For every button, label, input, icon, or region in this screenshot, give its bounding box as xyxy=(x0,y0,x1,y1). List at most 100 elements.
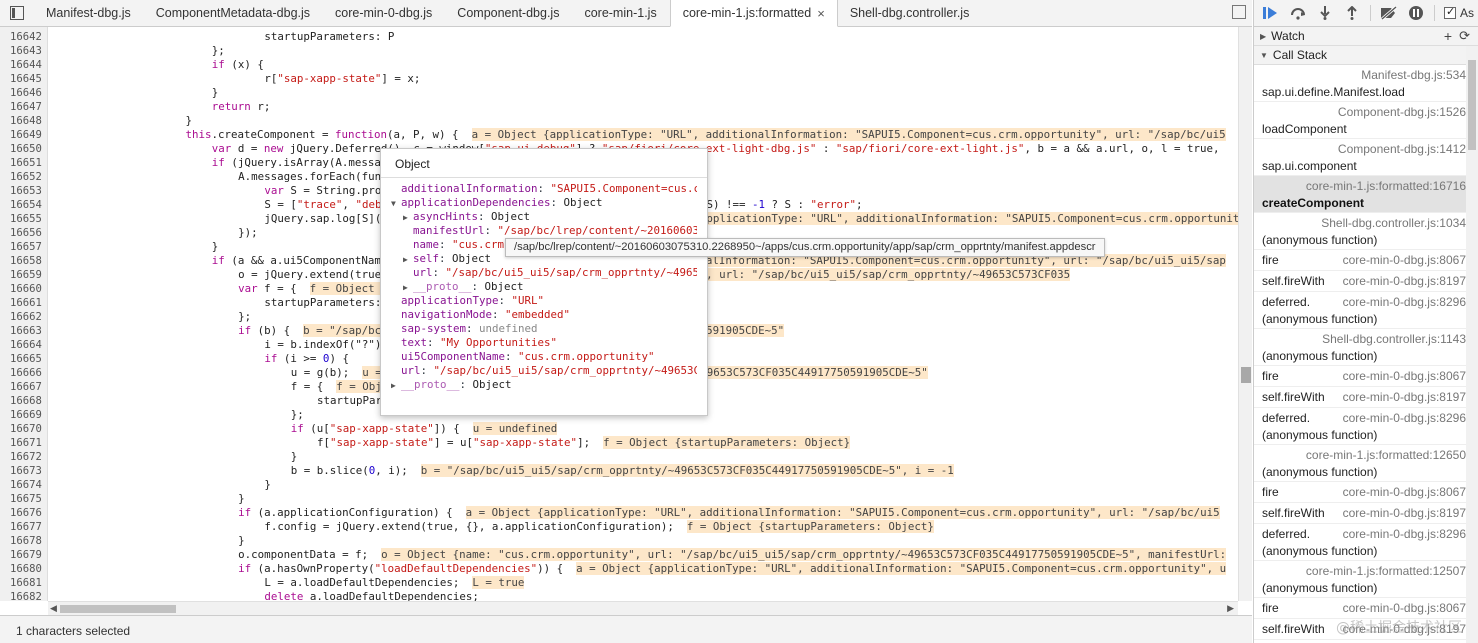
close-tab-icon[interactable]: × xyxy=(817,6,825,21)
call-frame[interactable]: core-min-1.js:formatted:12650 (anonymous … xyxy=(1254,445,1478,482)
code-line[interactable]: } xyxy=(238,534,245,548)
line-number[interactable]: 16648 xyxy=(0,114,46,128)
call-frame[interactable]: core-min-0-dbg.js:8197 self.fireWith xyxy=(1254,387,1478,408)
step-into-icon[interactable] xyxy=(1316,4,1334,22)
call-frame[interactable]: core-min-0-dbg.js:8067 fire xyxy=(1254,250,1478,271)
line-number[interactable]: 16661 xyxy=(0,296,46,310)
line-number[interactable]: 16644 xyxy=(0,58,46,72)
line-number[interactable]: 16655 xyxy=(0,212,46,226)
code-line[interactable]: }; xyxy=(291,408,304,422)
code-line[interactable]: f["sap-xapp-state"] = u["sap-xapp-state"… xyxy=(317,436,851,450)
line-number[interactable]: 16662 xyxy=(0,310,46,324)
code-line[interactable]: } xyxy=(291,450,298,464)
code-line[interactable]: }; xyxy=(238,310,251,324)
inline-value-annotation[interactable]: a = Object {applicationType: "URL", addi… xyxy=(465,506,1220,519)
expand-arrow-icon[interactable]: ▶ xyxy=(391,379,401,392)
call-frame[interactable]: core-min-0-dbg.js:8197 self.fireWith xyxy=(1254,503,1478,524)
step-over-icon[interactable] xyxy=(1289,4,1307,22)
call-frame[interactable]: Manifest-dbg.js:534 sap.ui.define.Manifes… xyxy=(1254,65,1478,102)
line-number[interactable]: 16670 xyxy=(0,422,46,436)
code-line[interactable]: f.config = jQuery.extend(true, {}, a.app… xyxy=(264,520,934,534)
editor-horizontal-scrollbar[interactable]: ◀ ▶ xyxy=(48,601,1238,615)
async-checkbox[interactable] xyxy=(1444,5,1456,19)
call-frame[interactable]: core-min-0-dbg.js:8067 fire xyxy=(1254,482,1478,503)
call-frame[interactable]: core-min-0-dbg.js:8067 fire xyxy=(1254,598,1478,619)
refresh-icon[interactable]: ⟳ xyxy=(1459,28,1470,44)
expand-arrow-icon[interactable]: ▶ xyxy=(403,211,413,224)
line-number-gutter[interactable]: 16642 16643 16644 16645 16646 16647 16648 16649… xyxy=(0,27,48,601)
call-frame[interactable]: core-min-0-dbg.js:8296 deferred. (anonymou… xyxy=(1254,292,1478,329)
pause-on-exceptions-icon[interactable] xyxy=(1407,4,1425,22)
line-number[interactable]: 16650 xyxy=(0,142,46,156)
line-number[interactable]: 16656 xyxy=(0,226,46,240)
navigator-toggle-icon[interactable] xyxy=(0,0,34,26)
code-line[interactable]: } xyxy=(264,478,271,492)
line-number[interactable]: 16643 xyxy=(0,44,46,58)
code-line[interactable]: }); xyxy=(238,226,258,240)
call-frame[interactable]: core-min-0-dbg.js:8296 deferred. (anonymou… xyxy=(1254,524,1478,561)
line-number[interactable]: 16672 xyxy=(0,450,46,464)
line-number[interactable]: 16652 xyxy=(0,170,46,184)
line-number[interactable]: 16654 xyxy=(0,198,46,212)
inline-value-annotation[interactable]: f = Object {startupParameters: Object} xyxy=(603,436,851,449)
code-line[interactable]: if (i >= 0) { xyxy=(264,352,349,366)
scrollbar-thumb[interactable] xyxy=(60,605,176,613)
line-number[interactable]: 16659 xyxy=(0,268,46,282)
line-number[interactable]: 16675 xyxy=(0,492,46,506)
line-number[interactable]: 16680 xyxy=(0,562,46,576)
line-number[interactable]: 16647 xyxy=(0,100,46,114)
editor-tab[interactable]: Component-dbg.js xyxy=(445,0,572,26)
code-line[interactable]: } xyxy=(238,492,245,506)
collapse-arrow-icon[interactable]: ▼ xyxy=(391,197,401,210)
line-number[interactable]: 16665 xyxy=(0,352,46,366)
editor-tab[interactable]: core-min-1.js xyxy=(572,0,669,26)
inline-value-annotation[interactable]: L = true xyxy=(472,576,525,589)
line-number[interactable]: 16645 xyxy=(0,72,46,86)
expand-arrow-icon[interactable]: ▶ xyxy=(403,253,413,266)
object-property-row[interactable]: ▼ applicationDependencies: Object xyxy=(391,196,697,210)
editor-tab[interactable]: Shell-dbg.controller.js xyxy=(838,0,983,26)
code-line[interactable]: i = b.indexOf("?"); xyxy=(264,338,388,352)
code-line[interactable]: } xyxy=(212,240,219,254)
code-line[interactable]: } xyxy=(212,86,219,100)
call-frame[interactable]: Shell-dbg.controller.js:1143 (anonymous f… xyxy=(1254,329,1478,366)
call-frame[interactable]: core-min-0-dbg.js:8296 deferred. (anonymou… xyxy=(1254,408,1478,445)
code-line[interactable]: if (x) { xyxy=(212,58,264,72)
line-number[interactable]: 16668 xyxy=(0,394,46,408)
inline-value-annotation[interactable]: a = Object {applicationType: "URL", addi… xyxy=(576,562,1227,575)
line-number[interactable]: 16646 xyxy=(0,86,46,100)
line-number[interactable]: 16664 xyxy=(0,338,46,352)
editor-tab[interactable]: core-min-1.js:formatted × xyxy=(669,0,838,27)
scrollbar-thumb[interactable] xyxy=(1468,60,1476,150)
editor-tab[interactable]: ComponentMetadata-dbg.js xyxy=(144,0,323,26)
code-line[interactable]: var d = new jQuery.Deferred(), c = windo… xyxy=(212,142,1220,156)
line-number[interactable]: 16666 xyxy=(0,366,46,380)
scroll-right-icon[interactable]: ▶ xyxy=(1227,603,1234,614)
editor-vertical-scrollbar[interactable] xyxy=(1238,27,1252,601)
line-number[interactable]: 16682 xyxy=(0,590,46,601)
line-number[interactable]: 16667 xyxy=(0,380,46,394)
editor-tab[interactable]: Manifest-dbg.js xyxy=(34,0,144,26)
call-frame[interactable]: Component-dbg.js:1526 loadComponent xyxy=(1254,102,1478,139)
line-number[interactable]: 16649 xyxy=(0,128,46,142)
line-number[interactable]: 16651 xyxy=(0,156,46,170)
line-number[interactable]: 16660 xyxy=(0,282,46,296)
line-number[interactable]: 16663 xyxy=(0,324,46,338)
call-frame[interactable]: core-min-0-dbg.js:8197 self.fireWith xyxy=(1254,271,1478,292)
object-property-row[interactable]: ▶ __proto__: Object xyxy=(391,280,697,294)
code-line[interactable]: if (u["sap-xapp-state"]) { u = undefined xyxy=(291,422,558,436)
add-watch-icon[interactable]: + xyxy=(1444,28,1452,44)
deactivate-breakpoints-icon[interactable] xyxy=(1380,4,1398,22)
call-frame[interactable]: core-min-1.js:formatted:12507 (anonymous … xyxy=(1254,561,1478,598)
sidebar-toggle-icon[interactable] xyxy=(1232,5,1246,19)
line-number[interactable]: 16657 xyxy=(0,240,46,254)
code-line[interactable]: startupParameters: P xyxy=(264,30,394,44)
inline-value-annotation[interactable]: f = Object {startupParameters: Object} xyxy=(686,520,934,533)
code-line[interactable]: o.componentData = f; o = Object {name: "… xyxy=(238,548,1227,562)
line-number[interactable]: 16658 xyxy=(0,254,46,268)
line-number[interactable]: 16642 xyxy=(0,30,46,44)
expand-arrow-icon[interactable]: ▶ xyxy=(403,281,413,294)
code-line[interactable]: } xyxy=(186,114,193,128)
scroll-left-icon[interactable]: ◀ xyxy=(50,603,57,614)
call-frame[interactable]: Component-dbg.js:1412 sap.ui.component xyxy=(1254,139,1478,176)
